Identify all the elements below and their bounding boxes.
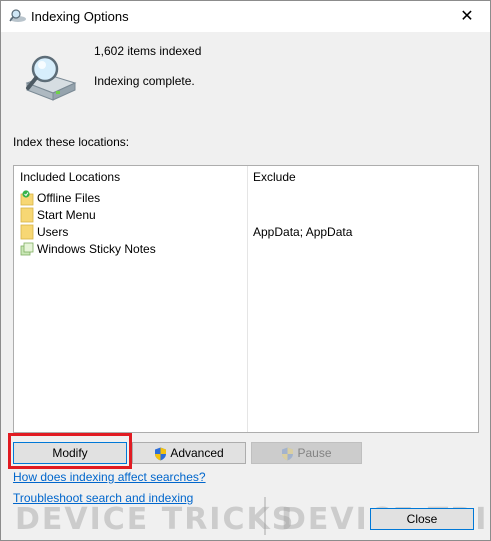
title-bar: Indexing Options ✕: [1, 1, 490, 32]
pause-button: Pause: [251, 442, 362, 464]
items-indexed-count: 1,602 items indexed: [94, 44, 202, 58]
close-button[interactable]: Close: [370, 508, 474, 530]
index-locations-label: Index these locations:: [13, 135, 130, 149]
indexing-drive-icon: [25, 55, 77, 101]
location-name: Offline Files: [37, 191, 101, 205]
window-title: Indexing Options: [31, 9, 129, 24]
close-icon[interactable]: ✕: [444, 1, 490, 32]
exclude-value: AppData; AppData: [253, 225, 353, 239]
indexing-status: Indexing complete.: [94, 74, 195, 88]
magnifier-drive-icon: [9, 9, 26, 22]
offline-files-icon: [20, 190, 34, 206]
list-item[interactable]: Windows Sticky Notes: [20, 241, 245, 258]
watermark-text-left: DEVICE TRICKS: [15, 502, 296, 537]
column-header-exclude[interactable]: Exclude: [253, 170, 296, 184]
column-divider[interactable]: [247, 166, 248, 432]
list-item[interactable]: Users: [20, 224, 245, 241]
folder-icon: [20, 207, 34, 223]
watermark-separator: [264, 497, 266, 535]
location-name: Users: [37, 225, 69, 239]
locations-list[interactable]: Included Locations Exclude Offline Files…: [13, 165, 479, 433]
shield-icon: [282, 447, 294, 461]
pause-button-label: Pause: [297, 446, 332, 460]
folder-icon: [20, 224, 34, 240]
location-name: Windows Sticky Notes: [37, 242, 156, 256]
list-item[interactable]: Start Menu: [20, 207, 245, 224]
shield-icon: [155, 447, 167, 461]
indexing-help-link[interactable]: How does indexing affect searches?: [13, 470, 206, 484]
advanced-button-label: Advanced: [170, 446, 224, 460]
column-header-included[interactable]: Included Locations: [20, 170, 120, 184]
modify-button[interactable]: Modify: [13, 442, 127, 464]
troubleshoot-link[interactable]: Troubleshoot search and indexing: [13, 491, 193, 505]
location-name: Start Menu: [37, 208, 96, 222]
sticky-notes-icon: [20, 242, 34, 256]
advanced-button[interactable]: Advanced: [132, 442, 246, 464]
indexing-options-window: Indexing Options ✕ 1,602 items indexed I…: [0, 0, 491, 541]
list-item[interactable]: Offline Files: [20, 190, 245, 207]
